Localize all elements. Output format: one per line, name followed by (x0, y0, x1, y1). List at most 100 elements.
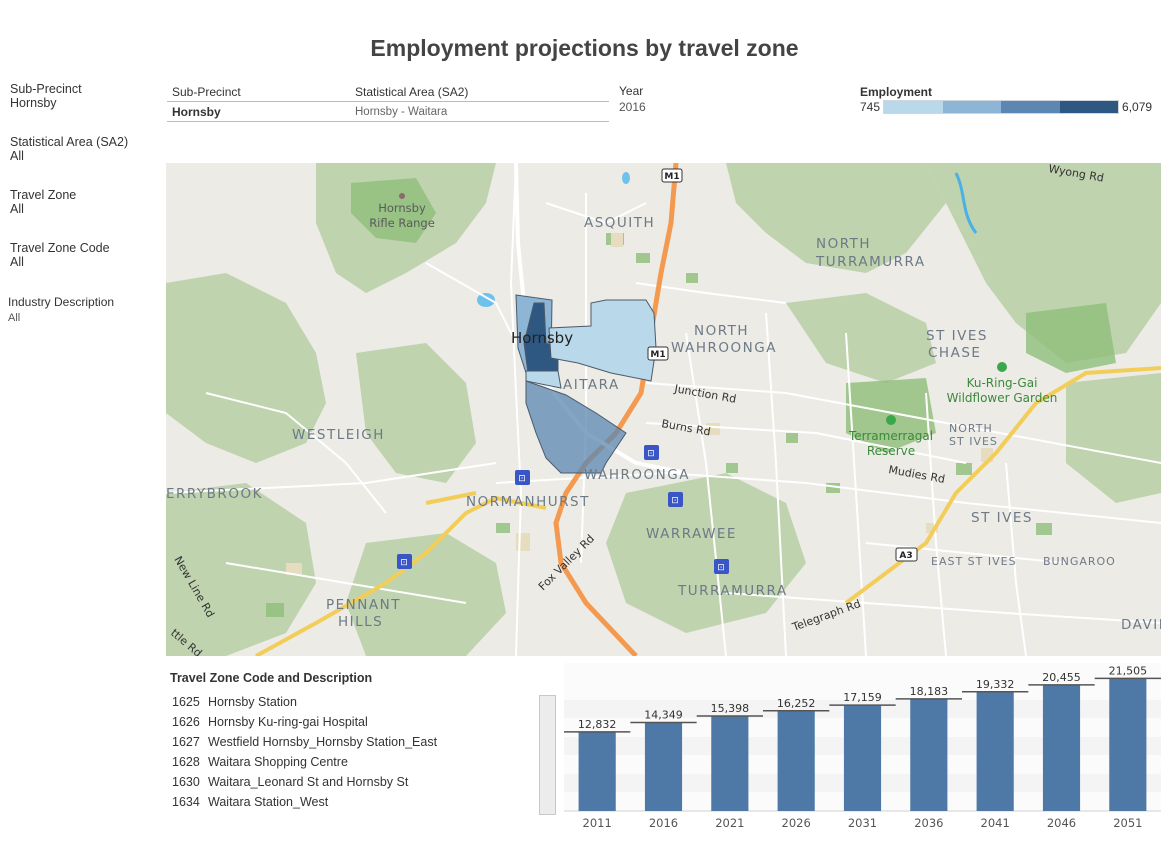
svg-text:Ku-Ring-Gai: Ku-Ring-Gai (967, 376, 1038, 390)
map-label: WESTLEIGH (292, 427, 385, 443)
map-label: WAHROONGA (671, 340, 777, 356)
zone-description: Waitara Station_West (208, 795, 329, 809)
year-filter[interactable]: Year 2016 (619, 84, 646, 114)
map-label: WARRAWEE (646, 526, 737, 542)
map-label: CHASE (928, 345, 981, 361)
svg-text:⊡: ⊡ (518, 474, 526, 484)
filter-label: Travel Zone Code (10, 241, 110, 255)
map-label: AITARA (563, 377, 620, 393)
data-label: 18,183 (910, 685, 949, 698)
chart-bar[interactable] (578, 731, 616, 811)
svg-text:EAST ST IVES: EAST ST IVES (931, 555, 1017, 568)
list-item[interactable]: 1625 Hornsby Station (172, 695, 502, 715)
chart-bar[interactable] (777, 710, 815, 811)
x-tick-label: 2026 (782, 816, 811, 830)
employment-legend: Employment 745 6,079 (860, 85, 1152, 114)
map-label: WAHROONGA (584, 467, 690, 483)
svg-text:NORTH: NORTH (949, 422, 993, 435)
legend-step (942, 101, 1002, 113)
x-tick-label: 2046 (1047, 816, 1076, 830)
x-tick-label: 2036 (914, 816, 943, 830)
svg-text:⊡: ⊡ (400, 558, 408, 568)
list-item[interactable]: 1630 Waitara_Leonard St and Hornsby St (172, 775, 502, 795)
chart-bar[interactable] (711, 716, 749, 811)
map-label: NORTH (816, 236, 871, 252)
zone-code: 1630 (172, 775, 200, 789)
chart-bar[interactable] (976, 691, 1014, 811)
zone-description: Waitara Shopping Centre (208, 755, 348, 769)
list-item[interactable]: 1627 Westfield Hornsby_Hornsby Station_E… (172, 735, 502, 755)
employment-bar-chart: 12,832 2011 14,349 2016 15,398 2021 16,252 2026… (564, 663, 1161, 839)
column-header-sa2: Statistical Area (SA2) (355, 85, 469, 99)
legend-min: 745 (860, 100, 881, 114)
map-label-hornsby: Hornsby (511, 329, 573, 347)
column-header-sub-precinct: Sub-Precinct (172, 85, 241, 99)
zone-code: 1627 (172, 735, 200, 749)
water-body (622, 172, 630, 184)
filter-value: All (10, 149, 24, 163)
x-tick-label: 2011 (583, 816, 612, 830)
map-label: NORMANHURST (466, 494, 590, 510)
map-label: HILLS (338, 614, 383, 630)
list-scrollbar[interactable] (539, 695, 556, 815)
list-item[interactable]: 1626 Hornsby Ku-ring-gai Hospital (172, 715, 502, 735)
cell-sub-precinct: Hornsby (172, 104, 221, 119)
svg-text:A3: A3 (899, 551, 912, 561)
map-label: ASQUITH (584, 215, 655, 231)
motorway-shield: M1 (661, 168, 683, 183)
svg-text:BUNGAROO: BUNGAROO (1043, 555, 1116, 568)
list-item[interactable]: 1634 Waitara Station_West (172, 795, 502, 815)
table-row[interactable]: Hornsby Hornsby - Waitara (167, 102, 609, 122)
filter-sub-precinct[interactable]: Sub-Precinct Hornsby (10, 82, 82, 110)
chart-bar[interactable] (1042, 684, 1081, 811)
filter-travel-zone-code[interactable]: Travel Zone Code All (10, 241, 110, 269)
zone-code: 1634 (172, 795, 200, 809)
svg-text:M1: M1 (664, 172, 679, 182)
filter-sa2[interactable]: Statistical Area (SA2) All (10, 135, 128, 163)
map-label: ST IVES (971, 510, 1033, 526)
page-title: Employment projections by travel zone (370, 35, 799, 61)
poi-marker-icon (399, 193, 405, 199)
legend-step (1001, 101, 1060, 113)
chart-bar[interactable] (644, 722, 683, 811)
map-label: NORTH (694, 323, 749, 339)
zone-code: 1626 (172, 715, 200, 729)
legend-step (1059, 101, 1119, 113)
filter-travel-zone[interactable]: Travel Zone All (10, 188, 76, 216)
route-shield: A3 (895, 547, 918, 562)
svg-text:Terramerragal: Terramerragal (848, 429, 933, 443)
filter-industry-description[interactable]: Industry Description All (8, 295, 114, 325)
list-item[interactable]: 1628 Waitara Shopping Centre (172, 755, 502, 775)
filter-value: All (8, 312, 21, 324)
map-label: ST IVES (926, 328, 988, 344)
map-label: TURRAMURRA (815, 254, 926, 270)
chart-bar[interactable] (843, 705, 882, 811)
filter-label: Statistical Area (SA2) (10, 135, 129, 149)
chart-bar[interactable] (1109, 678, 1147, 811)
data-label: 12,832 (578, 718, 617, 731)
svg-text:⊡: ⊡ (717, 563, 725, 573)
x-tick-label: 2031 (848, 816, 877, 830)
chart-bar[interactable] (910, 698, 948, 811)
data-label: 16,252 (777, 697, 816, 710)
poi-labels: Hornsby Rifle Range (369, 201, 435, 230)
filter-value: Hornsby (10, 96, 57, 110)
filter-label: Industry Description (8, 295, 115, 309)
filter-label: Travel Zone (10, 188, 77, 202)
map-label: TURRAMURRA (677, 583, 788, 599)
zone-description: Waitara_Leonard St and Hornsby St (208, 775, 409, 789)
svg-text:Wildflower Garden: Wildflower Garden (947, 391, 1058, 405)
travel-zone-list-title: Travel Zone Code and Description (170, 671, 373, 685)
filter-value: All (10, 255, 24, 269)
data-label: 20,455 (1042, 671, 1081, 684)
data-label: 19,332 (976, 678, 1015, 691)
legend-title: Employment (860, 85, 933, 99)
cell-sa2: Hornsby - Waitara (355, 105, 448, 118)
legend-step (884, 101, 943, 113)
travel-zone-list: 1625 Hornsby Station 1626 Hornsby Ku-rin… (172, 695, 502, 815)
year-label: Year (619, 84, 644, 98)
x-tick-label: 2016 (649, 816, 678, 830)
legend-color-ramp (883, 100, 1120, 114)
zone-description: Westfield Hornsby_Hornsby Station_East (208, 735, 438, 749)
map[interactable]: M1 M1 A3 ⊡ ⊡ ⊡ ⊡ ⊡ ASQUITH NORTH TURRAMU… (166, 163, 1161, 656)
